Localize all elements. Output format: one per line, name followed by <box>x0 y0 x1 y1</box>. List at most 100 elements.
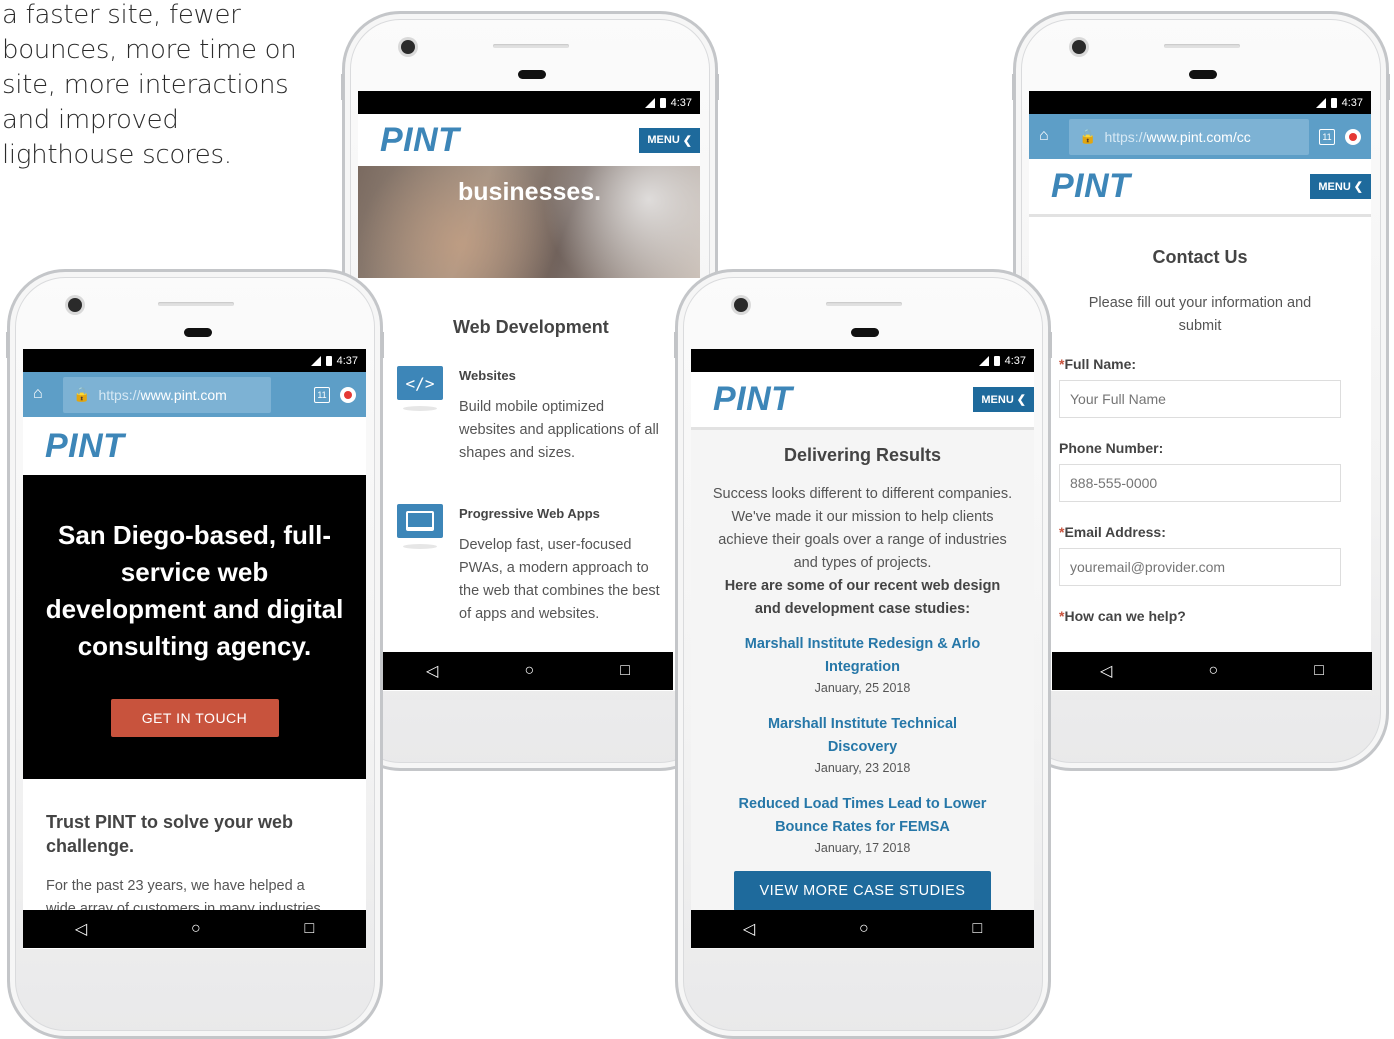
code-icon: </> <box>397 366 443 400</box>
signal-icon <box>1315 97 1326 108</box>
android-nav-bar: ◁ ○ □ <box>383 652 673 690</box>
battery-icon <box>1330 97 1337 108</box>
intro-text: a faster site, fewer bounces, more time … <box>2 0 297 170</box>
phone-edge-button <box>381 332 384 358</box>
menu-button-label: MENU <box>647 134 680 146</box>
status-bar: 4:37 <box>1029 91 1371 114</box>
tabs-icon[interactable]: 11 <box>314 386 330 403</box>
earpiece <box>518 70 546 79</box>
form-label-email: *Email Address: <box>1059 524 1371 540</box>
pint-logo[interactable]: PINT <box>45 427 124 466</box>
status-time: 4:37 <box>1004 354 1026 367</box>
form-label-phone: Phone Number: <box>1059 440 1371 456</box>
case-study-link[interactable]: Marshall Institute Technical Discovery <box>753 713 973 759</box>
pint-logo[interactable]: PINT <box>1051 167 1130 206</box>
front-camera <box>68 298 82 312</box>
results-section: Delivering Results Success looks differe… <box>691 445 1034 911</box>
screen: 4:37 PINT MENU ❮ Delivering Results Succe… <box>691 349 1034 949</box>
lock-icon: 🔒 <box>1079 128 1097 144</box>
status-time: 4:37 <box>336 354 358 367</box>
android-nav-bar: ◁ ○ □ <box>23 910 366 948</box>
services-panel: Web Development </> Websites Build mobil… <box>383 284 676 654</box>
home-nav-icon[interactable]: ○ <box>859 920 869 938</box>
home-nav-icon[interactable]: ○ <box>1208 662 1218 680</box>
home-nav-icon[interactable]: ○ <box>524 662 534 680</box>
tabs-icon[interactable]: 11 <box>1319 128 1335 145</box>
url-bar[interactable]: 🔒 https://www.pint.com <box>63 376 271 413</box>
phone-contact: 4:37 ⌂ 🔒 https://www.pint.com/cc 11 PINT… <box>1012 11 1390 771</box>
case-study-date: January, 23 2018 <box>814 761 911 775</box>
recents-nav-icon[interactable]: □ <box>304 920 314 938</box>
phone-edge-button <box>1049 332 1052 358</box>
home-icon[interactable]: ⌂ <box>1039 127 1059 147</box>
status-time: 4:37 <box>670 96 692 109</box>
back-nav-icon[interactable]: ◁ <box>75 919 87 939</box>
screen: 4:37 ⌂ 🔒 https://www.pint.com 11 PINT Sa… <box>23 349 366 949</box>
menu-button[interactable]: MENU ❮ <box>639 127 700 153</box>
battery-icon <box>993 355 1000 366</box>
phone-edge-button <box>1012 74 1015 100</box>
case-study-date: January, 25 2018 <box>814 681 911 695</box>
email-input[interactable] <box>1059 548 1341 586</box>
contact-subtitle: Please fill out your information and sub… <box>1088 295 1312 334</box>
browser-toolbar: ⌂ 🔒 https://www.pint.com 11 <box>23 372 366 417</box>
hero-banner: businesses. <box>358 166 700 278</box>
phone-results: 4:37 PINT MENU ❮ Delivering Results Succe… <box>674 269 1052 1039</box>
laptop-icon <box>397 504 443 538</box>
field-label: Phone Number: <box>1059 440 1164 456</box>
get-in-touch-button[interactable]: GET IN TOUCH <box>110 699 279 737</box>
trust-title: Trust PINT to solve your web challenge. <box>46 812 294 856</box>
view-more-case-studies-button[interactable]: VIEW MORE CASE STUDIES <box>734 871 991 911</box>
site-header: PINT MENU ❮ <box>1029 159 1371 217</box>
pint-logo[interactable]: PINT <box>380 121 459 160</box>
case-study-item[interactable]: Marshall Institute Redesign & Arlo Integ… <box>691 633 1034 695</box>
full-name-input[interactable] <box>1059 380 1341 418</box>
browser-menu-icon[interactable] <box>340 386 356 403</box>
status-time: 4:37 <box>1341 96 1363 109</box>
url-prefix: https:// <box>98 386 141 403</box>
case-study-link[interactable]: Marshall Institute Redesign & Arlo Integ… <box>733 633 993 679</box>
hero-text: San Diego-based, full-service web develo… <box>45 520 344 661</box>
recents-nav-icon[interactable]: □ <box>972 920 982 938</box>
back-nav-icon[interactable]: ◁ <box>1100 661 1112 681</box>
site-header: PINT <box>23 417 366 475</box>
speaker-slot <box>158 302 234 306</box>
menu-button[interactable]: MENU ❮ <box>973 387 1034 412</box>
home-icon[interactable]: ⌂ <box>33 385 53 405</box>
results-intro-bold: Here are some of our recent web design a… <box>724 578 1001 617</box>
pint-logo[interactable]: PINT <box>713 380 792 419</box>
home-nav-icon[interactable]: ○ <box>191 920 201 938</box>
signal-icon <box>644 97 655 108</box>
browser-menu-icon[interactable] <box>1345 128 1361 145</box>
recents-nav-icon[interactable]: □ <box>620 662 630 680</box>
browser-toolbar: ⌂ 🔒 https://www.pint.com/cc 11 <box>1029 114 1371 159</box>
case-study-link[interactable]: Reduced Load Times Lead to Lower Bounce … <box>733 793 993 839</box>
menu-button-label: MENU <box>981 393 1014 406</box>
phone-input[interactable] <box>1059 464 1341 502</box>
chevron-left-icon: ❮ <box>1016 394 1026 406</box>
menu-button[interactable]: MENU ❮ <box>1310 174 1371 199</box>
site-header: PINT MENU ❮ <box>691 372 1034 430</box>
service-desc: Build mobile optimized websites and appl… <box>459 399 659 461</box>
recents-nav-icon[interactable]: □ <box>1314 662 1324 680</box>
phone-edge-button <box>716 74 719 100</box>
earpiece <box>184 328 212 337</box>
phone-edge-button <box>1387 74 1390 100</box>
battery-icon <box>659 97 666 108</box>
url-prefix: https:// <box>1104 128 1147 145</box>
url-bar[interactable]: 🔒 https://www.pint.com/cc <box>1069 118 1309 155</box>
url-text: www.pint.com/cc <box>1146 128 1251 145</box>
case-study-item[interactable]: Marshall Institute Technical Discovery J… <box>691 713 1034 775</box>
icon-shadow <box>403 406 437 411</box>
service-title: Progressive Web Apps <box>459 506 600 521</box>
phone-edge-button <box>341 74 344 100</box>
back-nav-icon[interactable]: ◁ <box>426 661 438 681</box>
form-label-full-name: *Full Name: <box>1059 356 1371 372</box>
form-label-help: *How can we help? <box>1059 608 1371 624</box>
phone-services: 4:37 PINT MENU ❮ businesses. Web Developm… <box>341 11 719 771</box>
back-nav-icon[interactable]: ◁ <box>743 919 755 939</box>
chevron-left-icon: ❮ <box>1353 181 1363 193</box>
menu-button-label: MENU <box>1318 180 1351 193</box>
case-study-item[interactable]: Reduced Load Times Lead to Lower Bounce … <box>691 793 1034 855</box>
android-nav-bar: ◁ ○ □ <box>1052 652 1372 690</box>
